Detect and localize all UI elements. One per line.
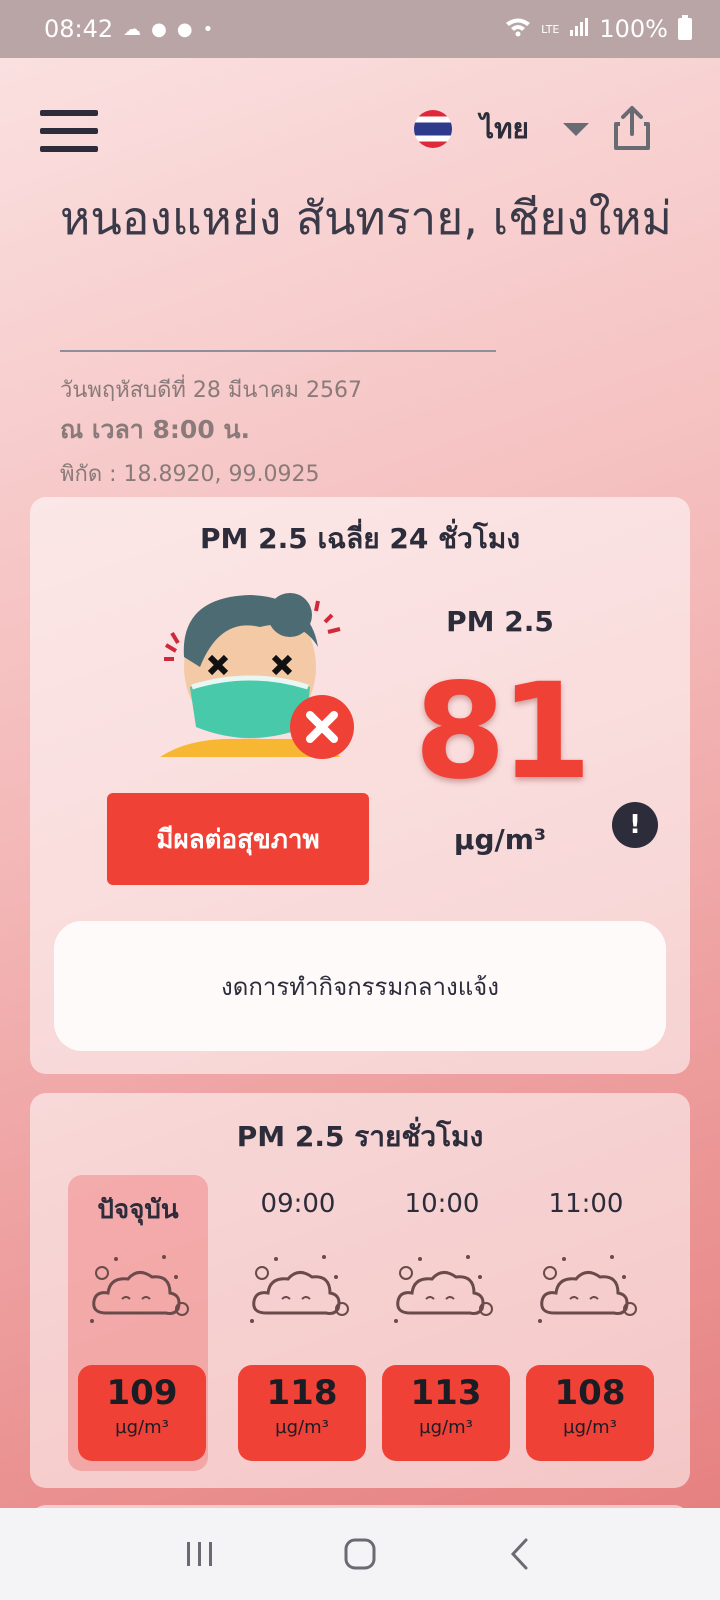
hour-pm-value: 118 — [266, 1373, 338, 1413]
hour-pm-unit: µg/m³ — [419, 1417, 473, 1438]
system-nav-bar — [0, 1508, 720, 1600]
hour-pm-value: 109 — [106, 1373, 178, 1413]
haze-cloud-icon — [246, 1247, 350, 1331]
status-left: 08:42 ☁ ● ● • — [44, 15, 213, 43]
advice-text: งดการทำกิจกรรมกลางแจ้ง — [221, 972, 499, 1001]
hour-column-0900[interactable]: 09:00 118 µg/m³ — [228, 1175, 368, 1471]
hour-label: ปัจจุบัน — [97, 1195, 179, 1225]
hourly-card-title: PM 2.5 รายชั่วโมง — [236, 1120, 484, 1153]
hour-pm-unit: µg/m³ — [275, 1417, 329, 1438]
health-status-button[interactable]: มีผลต่อสุขภาพ — [107, 793, 369, 885]
status-time: 08:42 — [44, 15, 114, 43]
signal-icon — [569, 17, 589, 42]
nav-back-icon[interactable] — [500, 1534, 540, 1574]
coordinates-text: พิกัด : 18.8920, 99.0925 — [60, 462, 320, 487]
daily-card-title: PM 2.5 เฉลี่ย 24 ชั่วโมง — [199, 522, 521, 555]
language-label: ไทย — [480, 112, 529, 145]
hour-pm-badge: 118 µg/m³ — [238, 1365, 366, 1461]
hour-pm-value: 108 — [554, 1373, 626, 1413]
app-header: ไทย — [0, 90, 720, 170]
battery-text: 100% — [599, 15, 668, 43]
advice-box: งดการทำกิจกรรมกลางแจ้ง — [54, 921, 666, 1051]
hour-pm-unit: µg/m³ — [563, 1417, 617, 1438]
status-right: LTE 100% — [505, 15, 692, 43]
wifi-icon — [505, 17, 531, 42]
haze-cloud-icon — [534, 1247, 638, 1331]
cloud-icon: ☁ — [123, 18, 142, 40]
thai-flag-icon — [414, 110, 452, 148]
pm-label: PM 2.5 — [446, 605, 554, 638]
haze-cloud-icon — [86, 1247, 190, 1331]
nav-recents-icon[interactable] — [180, 1534, 220, 1574]
masked-face-icon — [150, 587, 370, 767]
hour-column-current[interactable]: ปัจจุบัน 109 µg/m³ — [68, 1175, 208, 1471]
share-icon[interactable] — [612, 104, 652, 152]
hour-label: 10:00 — [404, 1189, 480, 1219]
daily-pm-card: PM 2.5 เฉลี่ย 24 ชั่วโมง มีผลต่อสุขภาพ P… — [30, 497, 690, 1074]
location-title: หนองแหย่ง สันทราย, เชียงใหม่ — [60, 191, 672, 245]
nav-home-icon[interactable] — [340, 1534, 380, 1574]
pm-unit: µg/m³ — [453, 823, 547, 856]
line-app-icon: ● — [151, 18, 167, 40]
time-text: ณ เวลา 8:00 น. — [60, 415, 251, 444]
divider — [60, 350, 496, 352]
language-selector[interactable]: ไทย — [414, 104, 589, 154]
caret-down-icon — [562, 122, 589, 136]
hour-pm-badge: 108 µg/m³ — [526, 1365, 654, 1461]
messenger-icon: ● — [176, 18, 193, 40]
hour-column-1100[interactable]: 11:00 108 µg/m³ — [516, 1175, 656, 1471]
menu-icon[interactable] — [40, 110, 98, 152]
hour-pm-value: 113 — [410, 1373, 482, 1413]
hour-pm-unit: µg/m³ — [115, 1417, 169, 1438]
dot-icon: • — [202, 18, 214, 40]
pm-value: 81 — [414, 655, 592, 809]
hour-label: 09:00 — [260, 1189, 336, 1219]
info-icon[interactable]: ! — [612, 802, 658, 848]
battery-icon — [678, 15, 692, 40]
date-text: วันพฤหัสบดีที่ 28 มีนาคม 2567 — [60, 378, 362, 403]
hour-column-1000[interactable]: 10:00 113 µg/m³ — [372, 1175, 512, 1471]
lte-icon: LTE — [541, 22, 560, 36]
hour-pm-badge: 113 µg/m³ — [382, 1365, 510, 1461]
hour-label: 11:00 — [548, 1189, 624, 1219]
hour-pm-badge: 109 µg/m³ — [78, 1365, 206, 1461]
status-bar: 08:42 ☁ ● ● • LTE 100% — [0, 0, 720, 58]
haze-cloud-icon — [390, 1247, 494, 1331]
hourly-pm-card: PM 2.5 รายชั่วโมง ปัจจุบัน 109 µg/m³ 09:… — [30, 1093, 690, 1488]
